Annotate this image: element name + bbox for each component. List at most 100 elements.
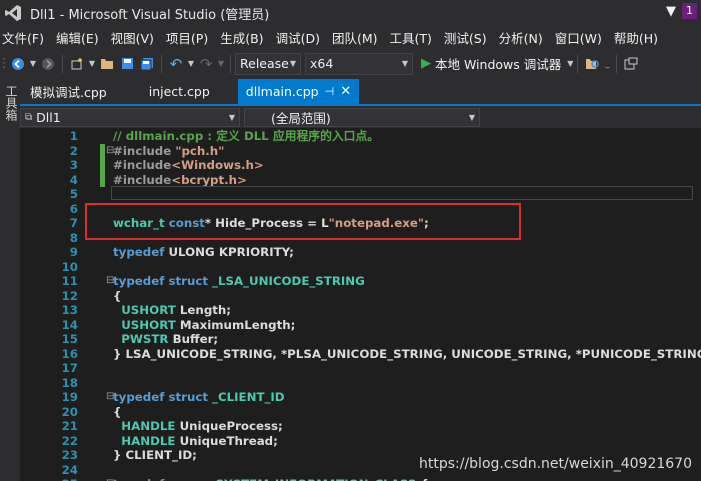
chevron-down-icon[interactable]: ▼ [567,59,573,68]
code-line[interactable]: 25⊟typedef enum _SYSTEM_INFORMATION_CLAS… [20,477,701,481]
code-line[interactable]: 13 USHORT Length; [20,303,701,318]
code-line[interactable]: 11 ⊟ typedef struct _LSA_UNICODE_STRING [20,274,701,289]
code-token: UniqueThread; [179,433,278,448]
menu-test[interactable]: 测试(S) [438,28,493,47]
save-icon[interactable] [117,53,137,75]
menu-build[interactable]: 生成(B) [214,28,269,47]
code-line[interactable]: 15 PWSTR Buffer; [20,332,701,347]
code-line[interactable]: 20 { [20,405,701,420]
save-all-icon[interactable] [137,53,157,75]
title-bar: Dll1 - Microsoft Visual Studio (管理员) ▼ 1 [0,0,701,26]
document-tab-well: 模拟调试.cpp inject.cpp dllmain.cpp ⊣ ✕ [20,79,701,106]
code-token: USHORT [121,317,180,332]
code-line[interactable]: 3 #include<Windows.h> [20,158,701,173]
dropdown-arrow-icon[interactable]: ▼ [216,53,226,75]
line-number: 25 [20,477,78,481]
line-number: 6 [69,201,78,216]
code-line[interactable]: 12 { [20,289,701,304]
code-token: #include [113,143,176,158]
code-line[interactable]: 21 HANDLE UniqueProcess; [20,419,701,434]
code-token: // dllmain.cpp : 定义 DLL 应用程序的入口点。 [113,129,380,143]
solution-platform-select[interactable]: x64 ▼ [305,52,413,75]
find-in-files-icon[interactable] [582,53,602,75]
code-line[interactable]: 2 ⊟ #include "pch.h" [20,144,701,159]
menu-team[interactable]: 团队(M) [326,28,384,47]
solution-explorer-icon[interactable] [621,53,641,75]
dropdown-arrow-icon[interactable]: ▼ [87,53,97,75]
code-line[interactable]: 22 HANDLE UniqueThread; [20,434,701,449]
menu-help[interactable]: 帮助(H) [608,28,664,47]
dropdown-arrow-icon[interactable]: ▼ [186,53,196,75]
code-token: { [113,404,122,419]
code-token: { [113,288,122,303]
toolbar-grip-icon[interactable]: ⋮ [0,53,11,75]
undo-icon[interactable]: ↶ [166,53,186,75]
start-debugging-label: 本地 Windows 调试器 [435,57,562,72]
code-line[interactable]: 10 [20,260,701,275]
code-line[interactable]: 16} LSA_UNICODE_STRING, *PLSA_UNICODE_ST… [20,347,701,362]
start-debugging-button[interactable]: ▶ 本地 Windows 调试器 ▼ [421,54,573,73]
menu-project[interactable]: 项目(P) [160,28,214,47]
tab-dllmain-cpp[interactable]: dllmain.cpp ⊣ ✕ [237,79,360,104]
chevron-down-icon: ▼ [468,112,475,122]
code-line[interactable]: 14 USHORT MaximumLength; [20,318,701,333]
code-text: #include<Windows.h> [113,158,264,173]
menu-file[interactable]: 文件(F) [0,28,50,47]
code-text: { [113,405,121,420]
dropdown-arrow-icon[interactable]: _ [602,53,612,75]
code-token: USHORT [121,303,180,317]
solution-configuration-value: Release [240,56,289,71]
code-token: _CLIENT_ID [212,390,285,404]
watermark: https://blog.csdn.net/weixin_40921670 [418,456,692,472]
code-token: typedef struct [113,274,213,288]
solution-configuration-select[interactable]: Release ▼ [235,52,301,75]
menu-tools[interactable]: 工具(T) [384,28,438,47]
menu-window[interactable]: 窗口(W) [549,28,608,47]
project-value: Dll1 [36,109,61,125]
menu-edit[interactable]: 编辑(E) [50,28,105,47]
code-text: // dllmain.cpp : 定义 DLL 应用程序的入口点。 [113,129,379,144]
code-line[interactable]: 19 ⊟ typedef struct _CLIENT_ID [20,390,701,405]
navigation-bar: ⧉ Dll1 ▼ (全局范围) ▼ [20,106,701,128]
solution-platform-value: x64 [310,56,334,71]
filter-icon[interactable]: ▼ [666,4,676,19]
project-select[interactable]: ⧉ Dll1 ▼ [20,107,240,127]
menu-analyze[interactable]: 分析(N) [493,28,549,47]
line-number: 19 [61,390,78,404]
scope-select[interactable]: (全局范围) ▼ [244,107,480,127]
code-token: <bcrypt.h> [171,172,247,187]
code-token: UniqueProcess; [179,419,283,433]
code-token: HANDLE [121,433,180,448]
redo-icon[interactable]: ↷ [196,53,216,75]
tab-inject-cpp[interactable]: inject.cpp [141,79,218,104]
tab-mock-debug-cpp[interactable]: 模拟调试.cpp [22,79,115,104]
code-token: _LSA_UNICODE_STRING [212,274,365,288]
code-line[interactable]: 4 #include<bcrypt.h> [20,173,701,188]
code-text: { [113,289,121,304]
code-token: "pch.h" [175,143,225,158]
pin-icon[interactable]: ⊣ [325,85,335,98]
notification-badge[interactable]: 1 [682,3,697,19]
code-editor[interactable]: 1 // dllmain.cpp : 定义 DLL 应用程序的入口点。 2 ⊟ #inc… [20,128,701,481]
line-number: 21 [61,419,78,433]
toolbar-separator [230,54,231,73]
navigate-forward-icon[interactable] [38,53,58,75]
code-line[interactable]: 18 [20,376,701,391]
code-line[interactable]: 17 [20,361,701,376]
code-line[interactable]: 1 // dllmain.cpp : 定义 DLL 应用程序的入口点。 [20,129,701,144]
navigate-back-icon[interactable] [8,53,28,75]
toolbox-tab[interactable]: 工具箱 [3,85,20,121]
dropdown-arrow-icon[interactable]: ▼ [28,53,38,75]
close-icon[interactable]: ✕ [340,84,351,99]
menu-debug[interactable]: 调试(D) [270,28,326,47]
code-text: typedef struct _CLIENT_ID [113,390,285,405]
code-line[interactable]: 9 typedef ULONG KPRIORITY; [20,245,701,260]
new-project-icon[interactable] [67,53,87,75]
code-text: typedef struct _LSA_UNICODE_STRING [113,274,365,289]
open-file-icon[interactable] [97,53,117,75]
code-text: } CLIENT_ID; [113,448,197,463]
code-token: #include [113,158,172,172]
menu-view[interactable]: 视图(V) [105,28,160,47]
menu-bar: 文件(F) 编辑(E) 视图(V) 项目(P) 生成(B) 调试(D) 团队(M… [0,26,701,48]
